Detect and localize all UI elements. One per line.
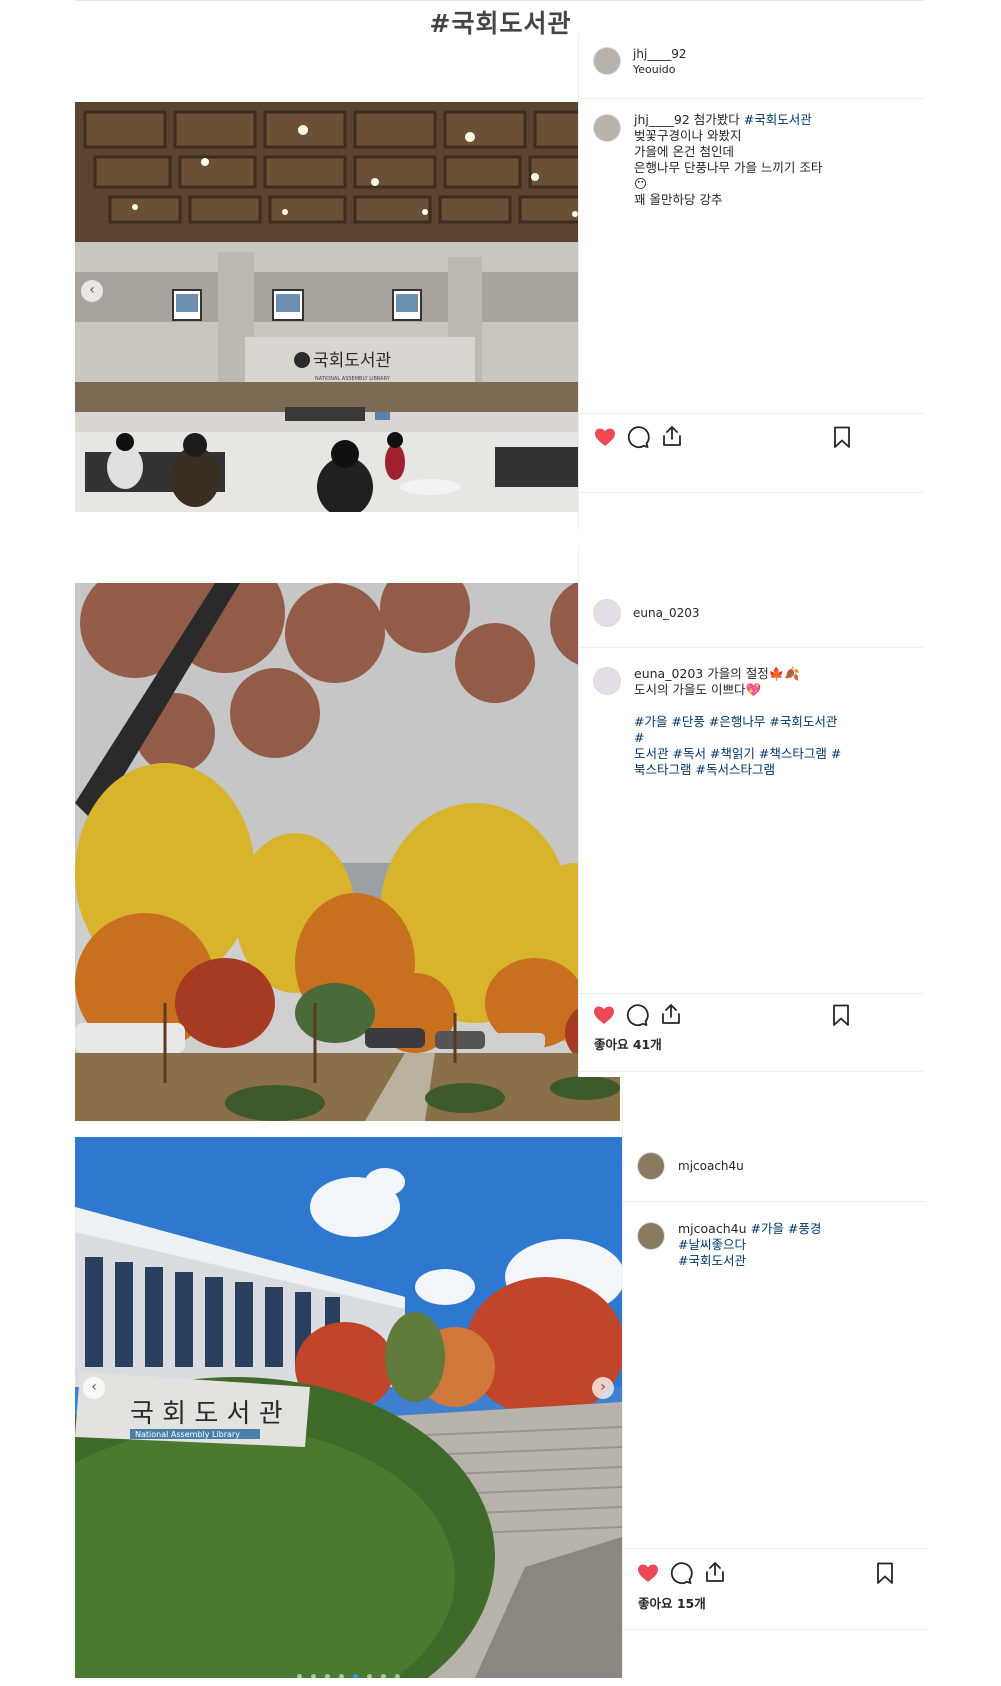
heart-icon[interactable] — [592, 1003, 616, 1027]
panel-divider — [578, 492, 923, 493]
share-icon[interactable] — [660, 424, 684, 448]
likes-count[interactable]: 좋아요 41개 — [594, 1034, 662, 1053]
likes-count[interactable]: 좋아요 15개 — [638, 1593, 706, 1612]
post-3: 국 회 도 서 관 National Assembly Library ‹ › … — [75, 1087, 926, 1678]
caption-line: 은행나무 단풍나무 가을 느끼기 조타 — [634, 160, 823, 175]
sign-text: 국 회 도 서 관 — [130, 1399, 283, 1429]
library-interior-image: 국회도서관 NATIONAL ASSEMBLY LIBRARY — [75, 102, 620, 512]
sign-subtext: NATIONAL ASSEMBLY LIBRARY — [315, 376, 391, 382]
post-username[interactable]: jhj____92 — [633, 47, 687, 61]
carousel-dot — [395, 1674, 401, 1678]
avatar[interactable] — [637, 1152, 665, 1180]
heart-icon[interactable] — [636, 1561, 660, 1585]
post-2: euna_0203 euna_0203 가을의 절정🍁🍂 도시의 가을도 이쁘다… — [75, 547, 923, 1121]
hashtag-line[interactable]: 도서관 #독서 #책읽기 #책스타그램 # — [634, 746, 849, 762]
caption-username[interactable]: jhj____92 — [634, 112, 690, 127]
prev-photo-button[interactable]: ‹ — [83, 1377, 105, 1399]
post-username[interactable]: mjcoach4u — [678, 1159, 744, 1173]
post-header: jhj____92 Yeouido — [578, 34, 923, 99]
caption-text: 가을의 절정🍁🍂 — [707, 666, 800, 681]
hashtag-line[interactable]: #가을 #단풍 #은행나무 #국회도서관 # — [634, 714, 849, 746]
post-caption: euna_0203 가을의 절정🍁🍂 도시의 가을도 이쁘다💖 #가을 #단풍 … — [634, 666, 849, 778]
hashtag-link[interactable]: #국회도서관 — [744, 112, 812, 127]
caption-avatar[interactable] — [637, 1222, 665, 1250]
caption-username[interactable]: euna_0203 — [634, 666, 703, 681]
next-photo-button[interactable]: › — [592, 1377, 614, 1399]
panel-divider — [622, 1629, 926, 1630]
carousel-dots — [75, 1664, 622, 1678]
post-caption: mjcoach4u #가을 #풍경 #날씨좋으다 #국회도서관 — [678, 1221, 893, 1269]
comment-icon[interactable] — [625, 1003, 649, 1027]
library-exterior-image: 국 회 도 서 관 National Assembly Library — [75, 1137, 622, 1678]
panel-divider — [578, 1071, 923, 1072]
caption-avatar[interactable] — [593, 114, 621, 142]
sign-subtext: National Assembly Library — [135, 1430, 240, 1439]
caption-emoji: 😶 — [634, 176, 648, 191]
hashtag-line[interactable]: 북스타그램 #독서스타그램 — [634, 762, 849, 778]
caption-line: 가을에 온건 첨인데 — [634, 144, 734, 159]
bookmark-icon[interactable] — [873, 1561, 897, 1585]
carousel-dot — [367, 1674, 373, 1678]
carousel-dot — [324, 1674, 330, 1678]
post-photo[interactable] — [75, 583, 620, 1121]
carousel-dot — [381, 1674, 387, 1678]
caption-avatar[interactable] — [593, 667, 621, 695]
actions-divider — [622, 1548, 926, 1549]
actions-divider — [578, 413, 923, 414]
post-photo[interactable]: 국회도서관 NATIONAL ASSEMBLY LIBRARY ‹ — [75, 102, 620, 512]
hashtag-line[interactable]: #국회도서관 — [678, 1253, 893, 1269]
share-icon[interactable] — [703, 1560, 727, 1584]
bookmark-icon[interactable] — [829, 1003, 853, 1027]
hashtag-link[interactable]: #가을 #풍경 — [750, 1221, 821, 1236]
bookmark-icon[interactable] — [830, 425, 854, 449]
post-side-panel: jhj____92 Yeouido jhj____92 첨가봤다 #국회도서관 … — [578, 34, 923, 529]
post-1: 국회도서관 NATIONAL ASSEMBLY LIBRARY ‹ jhj___… — [75, 34, 923, 529]
carousel-dot — [338, 1674, 344, 1678]
caption-line: 벚꽃구경이나 와봤지 — [634, 128, 742, 143]
comment-icon[interactable] — [669, 1561, 693, 1585]
heart-icon[interactable] — [593, 425, 617, 449]
carousel-dot — [310, 1674, 316, 1678]
post-header: mjcoach4u — [622, 1087, 926, 1202]
panel-border — [578, 34, 579, 529]
post-photo[interactable]: 국 회 도 서 관 National Assembly Library ‹ › — [75, 1137, 622, 1678]
caption-text: 첨가봤다 — [693, 112, 744, 127]
post-location[interactable]: Yeouido — [633, 63, 676, 76]
post-header: euna_0203 — [578, 547, 923, 648]
sign-text: 국회도서관 — [313, 351, 391, 371]
avatar[interactable] — [593, 47, 621, 75]
caption-line: 도시의 가을도 이쁘다💖 — [634, 682, 762, 697]
post-side-panel: euna_0203 euna_0203 가을의 절정🍁🍂 도시의 가을도 이쁘다… — [578, 547, 923, 1077]
post-caption: jhj____92 첨가봤다 #국회도서관 벚꽃구경이나 와봤지 가을에 온건 … — [634, 112, 849, 208]
carousel-dot-active — [353, 1674, 359, 1678]
post-side-panel: mjcoach4u mjcoach4u #가을 #풍경 #날씨좋으다 #국회도서… — [622, 1087, 926, 1677]
caption-line: 꽤 올만하당 강추 — [634, 192, 723, 207]
post-username[interactable]: euna_0203 — [633, 606, 700, 620]
autumn-trees-image — [75, 583, 620, 1121]
prev-photo-button[interactable]: ‹ — [81, 280, 103, 302]
comment-icon[interactable] — [626, 425, 650, 449]
share-icon[interactable] — [659, 1002, 683, 1026]
carousel-dot — [296, 1674, 302, 1678]
caption-username[interactable]: mjcoach4u — [678, 1221, 747, 1236]
top-divider — [75, 0, 923, 1]
avatar[interactable] — [593, 599, 621, 627]
actions-divider — [578, 993, 923, 994]
hashtag-line[interactable]: #날씨좋으다 — [678, 1237, 893, 1253]
